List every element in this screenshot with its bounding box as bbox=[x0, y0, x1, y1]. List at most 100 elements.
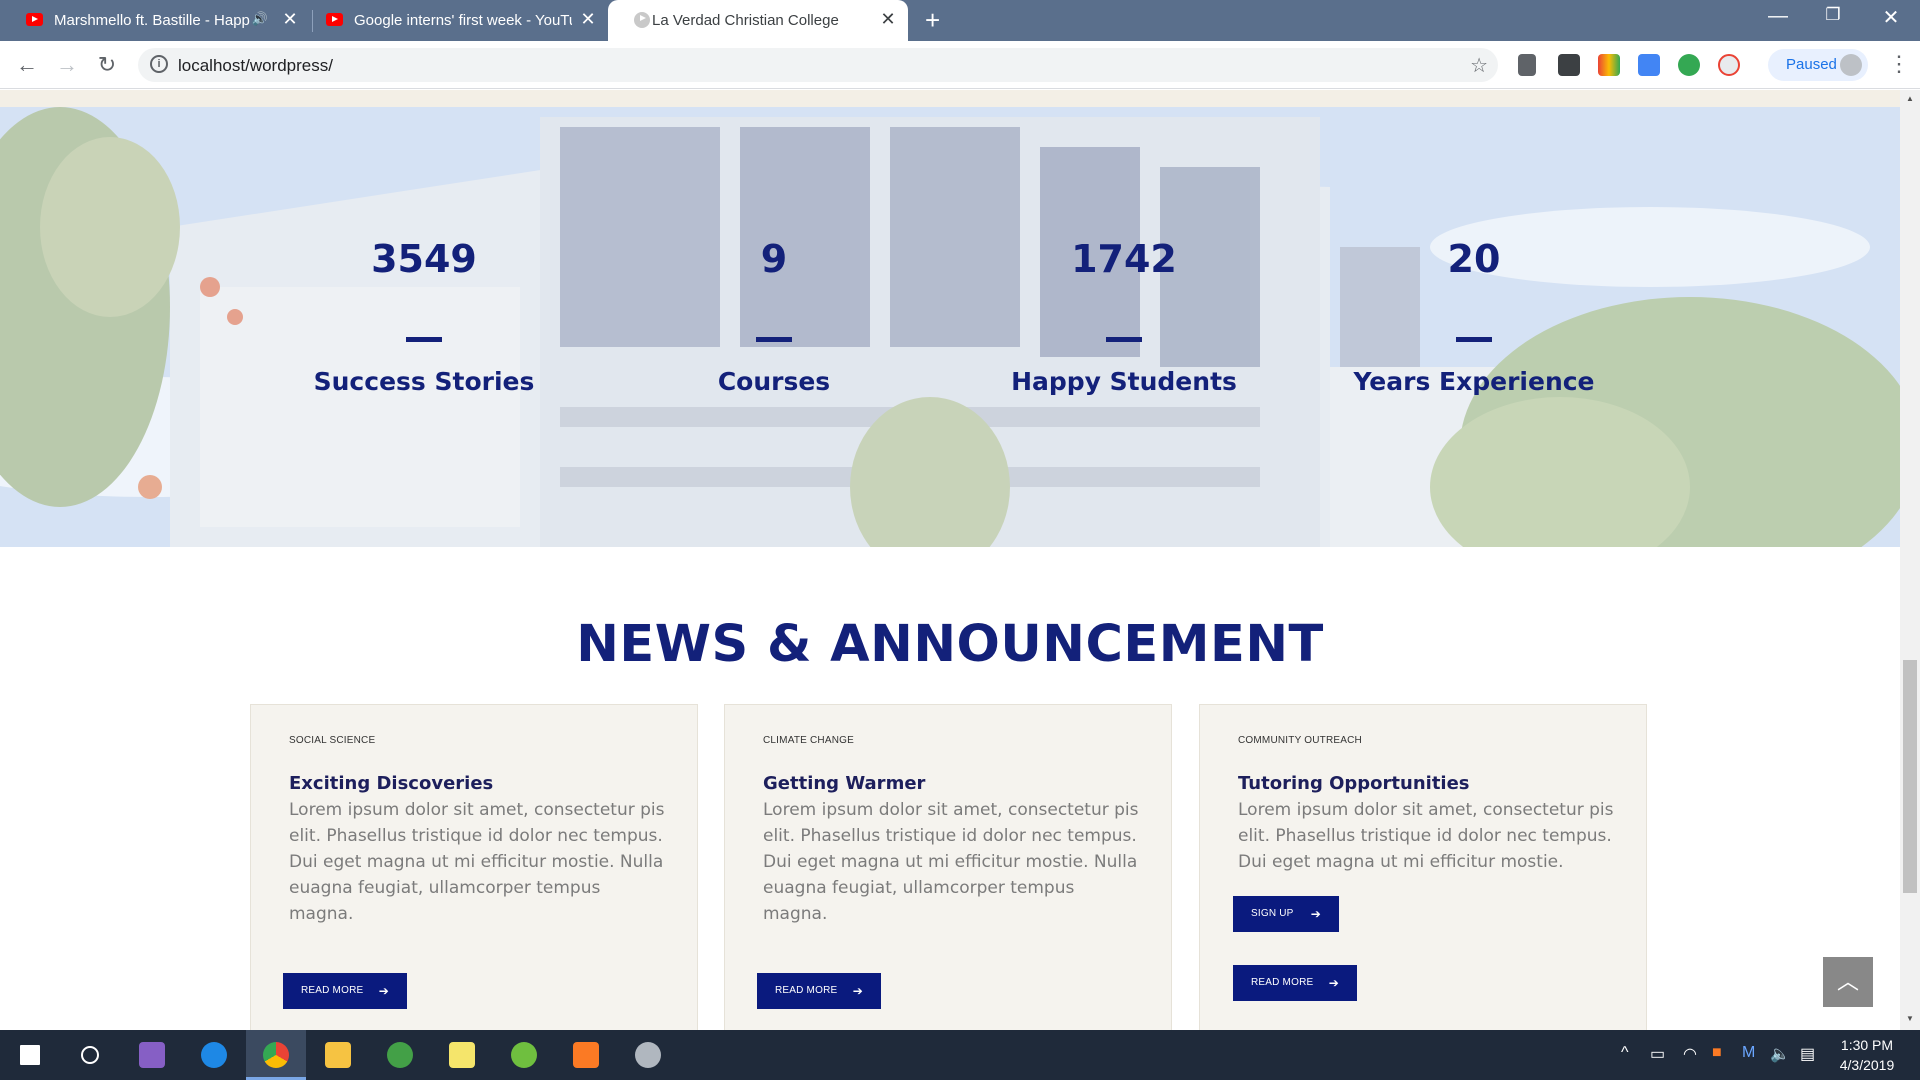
clock-time: 1:30 PM bbox=[1840, 1037, 1894, 1053]
forward-arrow-icon[interactable]: → bbox=[53, 51, 81, 79]
speaker-icon[interactable]: 🔊 bbox=[250, 9, 270, 29]
browser-toolbar: ← → ↻ i localhost/wordpress/ ☆ Paused ⋮ bbox=[0, 41, 1920, 89]
tab-close-icon[interactable]: ✕ bbox=[578, 9, 598, 29]
extension-icon[interactable] bbox=[1638, 54, 1660, 76]
app-icon[interactable] bbox=[184, 1030, 244, 1080]
extension-icon[interactable] bbox=[1678, 54, 1700, 76]
page-scrollbar[interactable]: ▲ ▼ bbox=[1900, 90, 1920, 1030]
visual-studio-icon[interactable] bbox=[122, 1030, 182, 1080]
speaker-icon[interactable]: 🔈 bbox=[1770, 1044, 1790, 1064]
restore-icon[interactable]: ❐ bbox=[1810, 5, 1856, 25]
url-text: localhost/wordpress/ bbox=[178, 56, 333, 75]
news-card: SOCIAL SCIENCE Exciting Discoveries Lore… bbox=[250, 704, 698, 1030]
card-body-line: euagna feugiat, ullamcorper tempus magna… bbox=[289, 878, 601, 924]
info-icon[interactable]: i bbox=[150, 55, 168, 73]
xampp-tray-icon[interactable]: ■ bbox=[1712, 1044, 1722, 1062]
button-label: READ MORE bbox=[775, 985, 838, 996]
battery-icon[interactable]: ▭ bbox=[1650, 1044, 1665, 1064]
new-tab-plus-icon[interactable]: + bbox=[925, 7, 940, 33]
tab-close-icon[interactable]: ✕ bbox=[878, 9, 898, 29]
card-category: CLIMATE CHANGE bbox=[763, 735, 854, 746]
extension-icon[interactable] bbox=[1598, 54, 1620, 76]
extension-icon[interactable] bbox=[1718, 54, 1740, 76]
utorrent-icon[interactable] bbox=[494, 1030, 554, 1080]
news-card: CLIMATE CHANGE Getting Warmer Lorem ipsu… bbox=[724, 704, 1172, 1030]
menu-dots-icon[interactable]: ⋮ bbox=[1888, 51, 1910, 77]
card-title: Exciting Discoveries bbox=[289, 773, 494, 794]
chevron-up-icon[interactable]: ^ bbox=[1621, 1044, 1629, 1062]
tab-google-interns[interactable]: Google interns' first week - YouTu ✕ bbox=[300, 0, 604, 41]
profile-button[interactable]: Paused bbox=[1768, 49, 1868, 81]
close-window-icon[interactable]: ✕ bbox=[1868, 5, 1914, 30]
stat-divider bbox=[1456, 337, 1492, 342]
stat-label: Courses bbox=[717, 367, 831, 396]
read-more-button[interactable]: READ MORE ➔ bbox=[1233, 965, 1357, 1001]
arrow-right-icon: ➔ bbox=[852, 984, 863, 998]
windows-start-icon[interactable] bbox=[0, 1030, 60, 1080]
card-body: Lorem ipsum dolor sit amet, consectetur … bbox=[1238, 797, 1618, 875]
card-body-line: Dui eget magna ut mi efficitur mostie. N… bbox=[289, 852, 664, 872]
xampp-icon[interactable] bbox=[556, 1030, 616, 1080]
tab-la-verdad[interactable]: La Verdad Christian College ✕ bbox=[608, 0, 908, 41]
card-body-line: Lorem ipsum dolor sit amet, consectetur … bbox=[289, 800, 665, 820]
system-clock[interactable]: 1:30 PM 4/3/2019 bbox=[1832, 1035, 1902, 1075]
wifi-icon[interactable]: ◠ bbox=[1683, 1044, 1697, 1064]
stat-number: 9 bbox=[760, 237, 788, 281]
sticky-notes-icon[interactable] bbox=[432, 1030, 492, 1080]
scrollbar-thumb[interactable] bbox=[1903, 660, 1917, 893]
chrome-icon[interactable] bbox=[246, 1030, 306, 1080]
tray-app-icon[interactable]: M bbox=[1742, 1044, 1755, 1062]
extension-icon[interactable] bbox=[1558, 54, 1580, 76]
scroll-up-arrow-icon[interactable]: ▲ bbox=[1906, 94, 1914, 103]
tab-close-icon[interactable]: ✕ bbox=[280, 9, 300, 29]
browser-tab-bar: Marshmello ft. Bastille - Happ 🔊 ✕ Googl… bbox=[0, 0, 1920, 41]
tab-marshmello[interactable]: Marshmello ft. Bastille - Happ 🔊 ✕ bbox=[0, 0, 300, 41]
arrow-right-icon: ➔ bbox=[378, 984, 389, 998]
stat-label: Success Stories bbox=[313, 367, 535, 396]
card-body-line: elit. Phasellus tristique id dolor nec t… bbox=[763, 826, 1137, 846]
back-arrow-icon[interactable]: ← bbox=[13, 51, 41, 79]
app-icon[interactable] bbox=[370, 1030, 430, 1080]
scroll-to-top-button[interactable]: ︿ bbox=[1823, 957, 1873, 1007]
read-more-button[interactable]: READ MORE ➔ bbox=[757, 973, 881, 1009]
tab-title: La Verdad Christian College bbox=[652, 12, 839, 29]
card-body-line: Dui eget magna ut mi efficitur mostie. N… bbox=[763, 852, 1138, 872]
stat-label: Happy Students bbox=[1011, 367, 1237, 396]
keyboard-icon[interactable]: ▤ bbox=[1800, 1044, 1815, 1064]
bookmark-star-icon[interactable]: ☆ bbox=[1470, 53, 1488, 78]
extension-icon[interactable] bbox=[1518, 54, 1536, 76]
minimize-icon[interactable]: — bbox=[1755, 5, 1801, 28]
stat-number: 3549 bbox=[371, 237, 477, 281]
youtube-icon bbox=[26, 13, 43, 26]
tab-title: Google interns' first week - YouTu bbox=[354, 12, 572, 29]
arrow-right-icon: ➔ bbox=[1310, 907, 1321, 921]
search-icon[interactable] bbox=[60, 1030, 120, 1080]
reload-icon[interactable]: ↻ bbox=[93, 51, 121, 79]
tab-title: Marshmello ft. Bastille - Happ bbox=[54, 12, 250, 29]
avatar bbox=[1840, 54, 1862, 76]
stats-banner: 3549 Success Stories 9 Courses 1742 Happ… bbox=[0, 107, 1900, 547]
button-label: READ MORE bbox=[1251, 977, 1314, 988]
address-bar[interactable]: i localhost/wordpress/ ☆ bbox=[138, 48, 1498, 82]
card-body: Lorem ipsum dolor sit amet, consectetur … bbox=[289, 797, 669, 927]
button-label: SIGN UP bbox=[1251, 908, 1294, 919]
clock-date: 4/3/2019 bbox=[1839, 1057, 1895, 1073]
site-favicon-icon bbox=[634, 12, 650, 28]
card-body-line: Lorem ipsum dolor sit amet, consectetur … bbox=[1238, 800, 1614, 820]
card-body-line: elit. Phasellus tristique id dolor nec t… bbox=[1238, 826, 1612, 846]
stat-divider bbox=[406, 337, 442, 342]
stat-number: 20 bbox=[1447, 237, 1501, 281]
stat-label: Years Experience bbox=[1353, 367, 1595, 396]
file-explorer-icon[interactable] bbox=[308, 1030, 368, 1080]
card-category: SOCIAL SCIENCE bbox=[289, 735, 376, 746]
sign-up-button[interactable]: SIGN UP ➔ bbox=[1233, 896, 1339, 932]
app-icon[interactable] bbox=[618, 1030, 678, 1080]
stat-divider bbox=[756, 337, 792, 342]
card-body: Lorem ipsum dolor sit amet, consectetur … bbox=[763, 797, 1143, 927]
arrow-right-icon: ➔ bbox=[1328, 976, 1339, 990]
section-title: NEWS & ANNOUNCEMENT bbox=[576, 615, 1324, 674]
scroll-down-arrow-icon[interactable]: ▼ bbox=[1906, 1014, 1914, 1023]
windows-taskbar: ^ ▭ ◠ ■ M 🔈 ▤ 1:30 PM 4/3/2019 bbox=[0, 1030, 1920, 1080]
read-more-button[interactable]: READ MORE ➔ bbox=[283, 973, 407, 1009]
youtube-icon bbox=[326, 13, 343, 26]
